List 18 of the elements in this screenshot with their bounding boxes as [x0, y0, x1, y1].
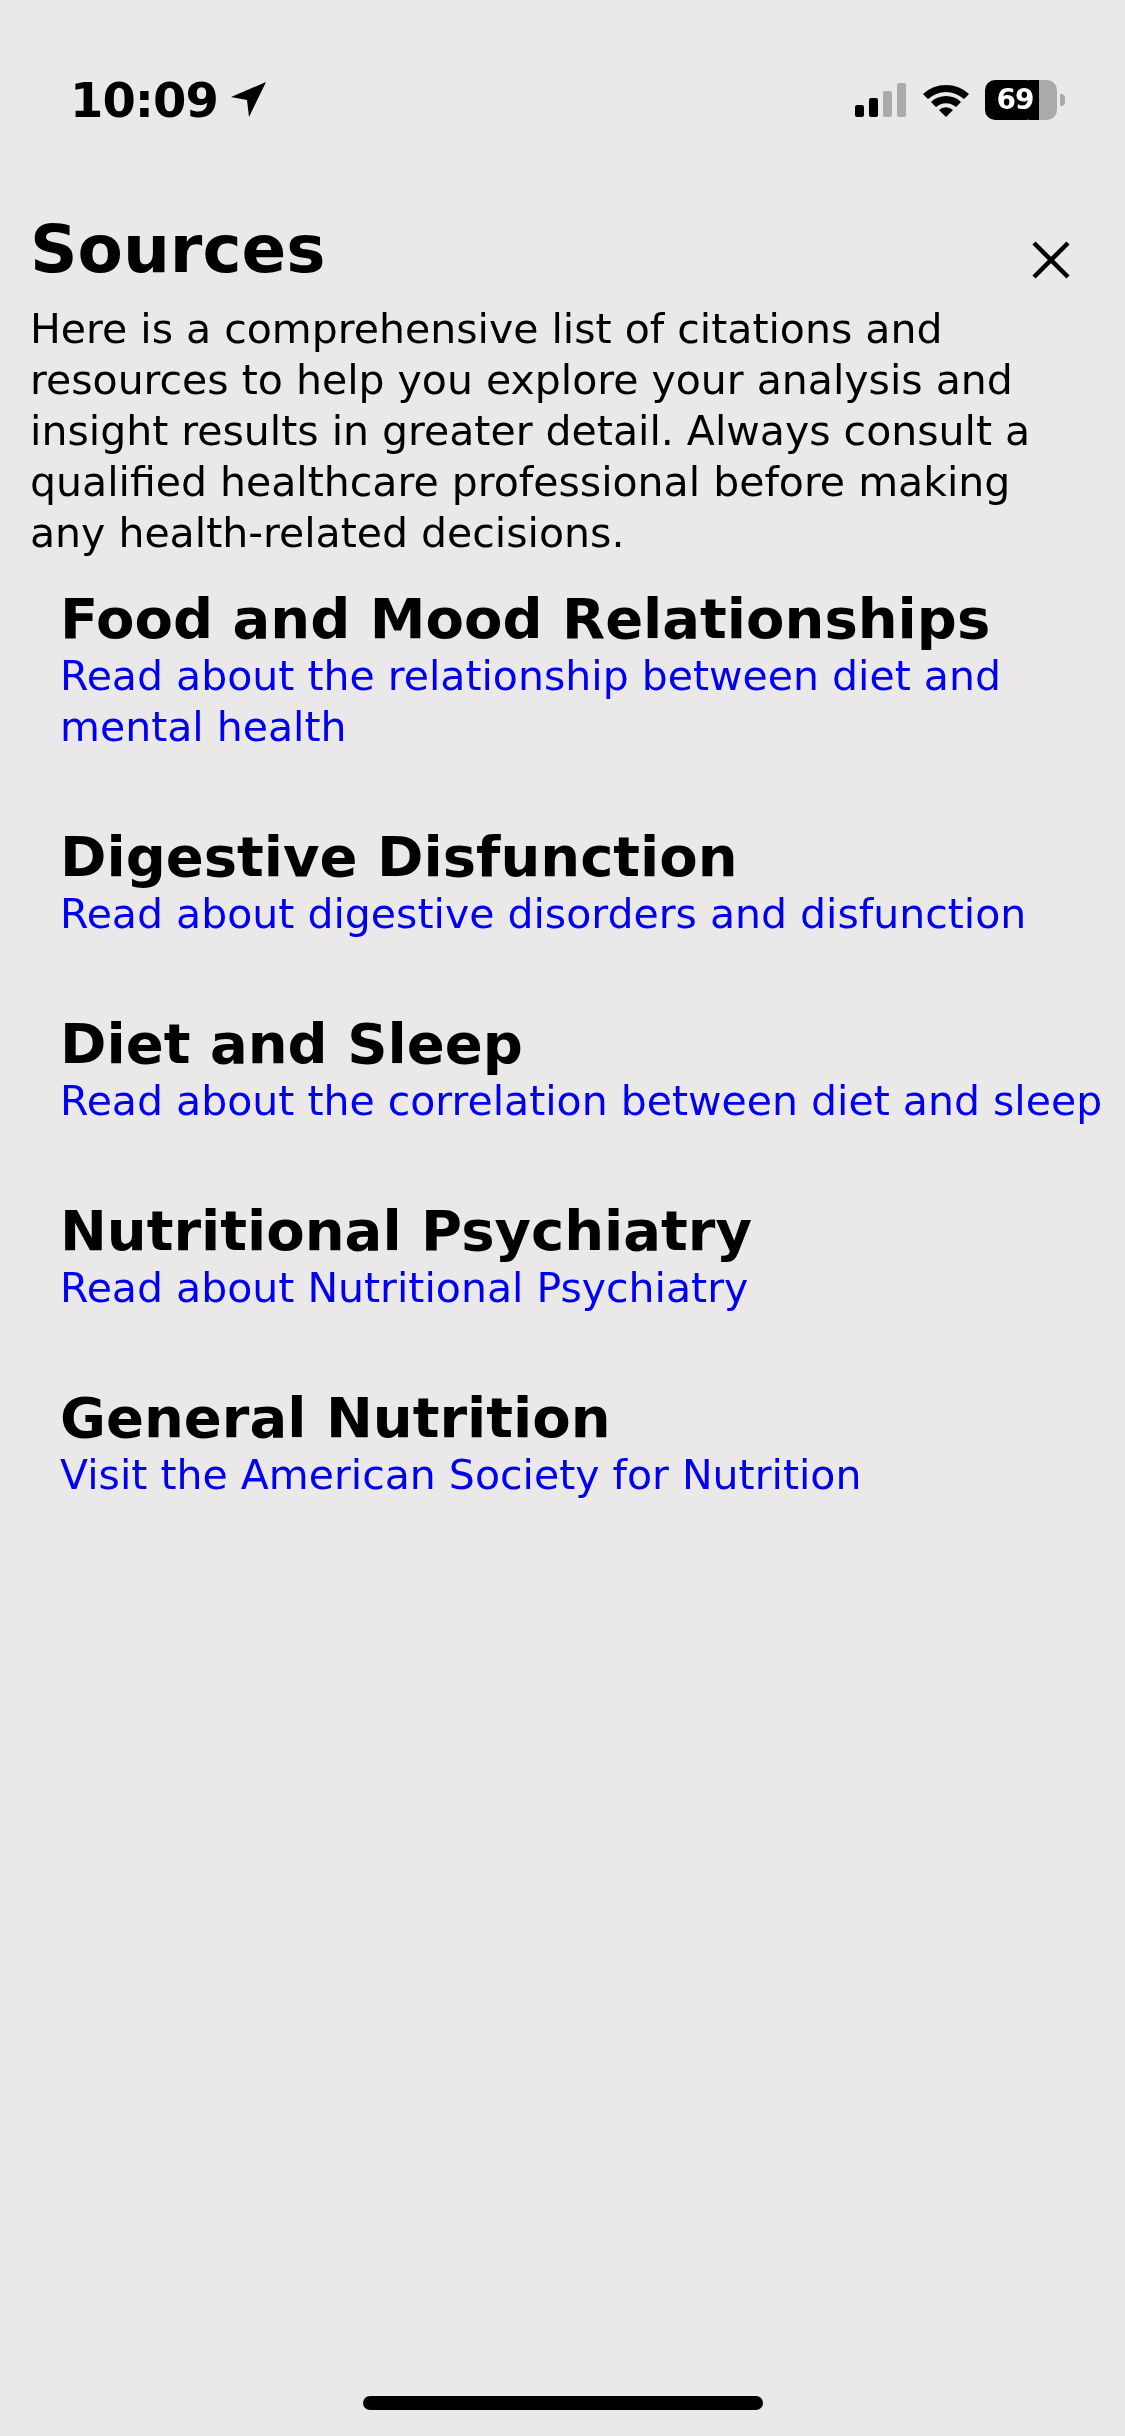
source-link[interactable]: Read about digestive disorders and disfunction — [60, 889, 1105, 940]
source-title: Diet and Sleep — [60, 1012, 524, 1076]
source-link[interactable]: Read about Nutritional Psychiatry — [60, 1263, 1105, 1314]
source-title: General Nutrition — [60, 1386, 612, 1450]
close-icon — [1031, 240, 1071, 280]
page-title: Sources — [30, 210, 326, 290]
source-title: Nutritional Psychiatry — [60, 1199, 753, 1263]
wifi-icon — [921, 82, 971, 118]
battery-icon — [985, 80, 1065, 120]
battery-level: 69 — [995, 82, 1035, 118]
source-title: Digestive Disfunction — [60, 825, 739, 889]
status-time: 10:09 — [70, 72, 218, 128]
source-title: Food and Mood Relationships — [60, 587, 992, 651]
source-link[interactable]: Read about the correlation between diet and sleep — [60, 1076, 1105, 1127]
intro-text: Here is a comprehensive list of citations and resources to help you explore your analysis and insight results in greater detail. Always consult a qualified healthcare professional before making any health-related decisions. — [30, 304, 1032, 559]
source-link[interactable]: Read about the relationship between diet and mental health — [60, 651, 1105, 753]
signal-icon — [855, 83, 907, 117]
source-link[interactable]: Visit the American Society for Nutrition — [60, 1450, 1105, 1501]
